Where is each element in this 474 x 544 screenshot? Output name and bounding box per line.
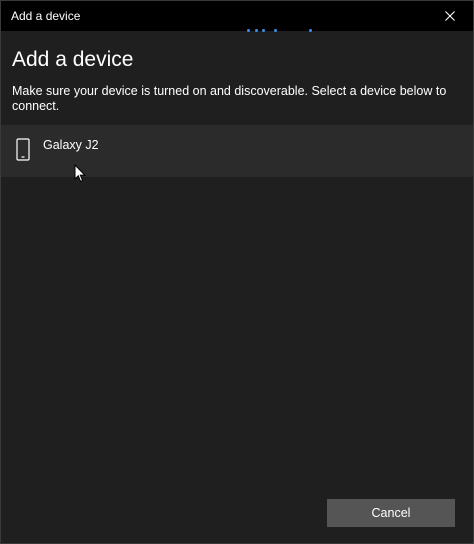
progress-dot <box>309 29 312 32</box>
device-list: Galaxy J2 <box>1 125 473 177</box>
close-icon <box>445 11 455 21</box>
searching-progress-indicator <box>245 29 325 33</box>
progress-dot <box>262 29 265 32</box>
progress-dot <box>274 29 277 32</box>
title-bar: Add a device <box>1 1 473 31</box>
progress-dot <box>255 29 258 32</box>
window-title: Add a device <box>11 9 81 23</box>
add-device-window: Add a device Add a device Make sure your… <box>0 0 474 544</box>
progress-dot <box>247 29 250 32</box>
device-item-galaxy-j2[interactable]: Galaxy J2 <box>1 125 473 177</box>
device-label: Galaxy J2 <box>43 138 99 152</box>
instructions-text: Make sure your device is turned on and d… <box>12 84 447 113</box>
phone-icon <box>16 138 30 161</box>
page-heading: Add a device <box>12 48 134 71</box>
cancel-button[interactable]: Cancel <box>327 499 455 527</box>
close-button[interactable] <box>427 1 473 31</box>
